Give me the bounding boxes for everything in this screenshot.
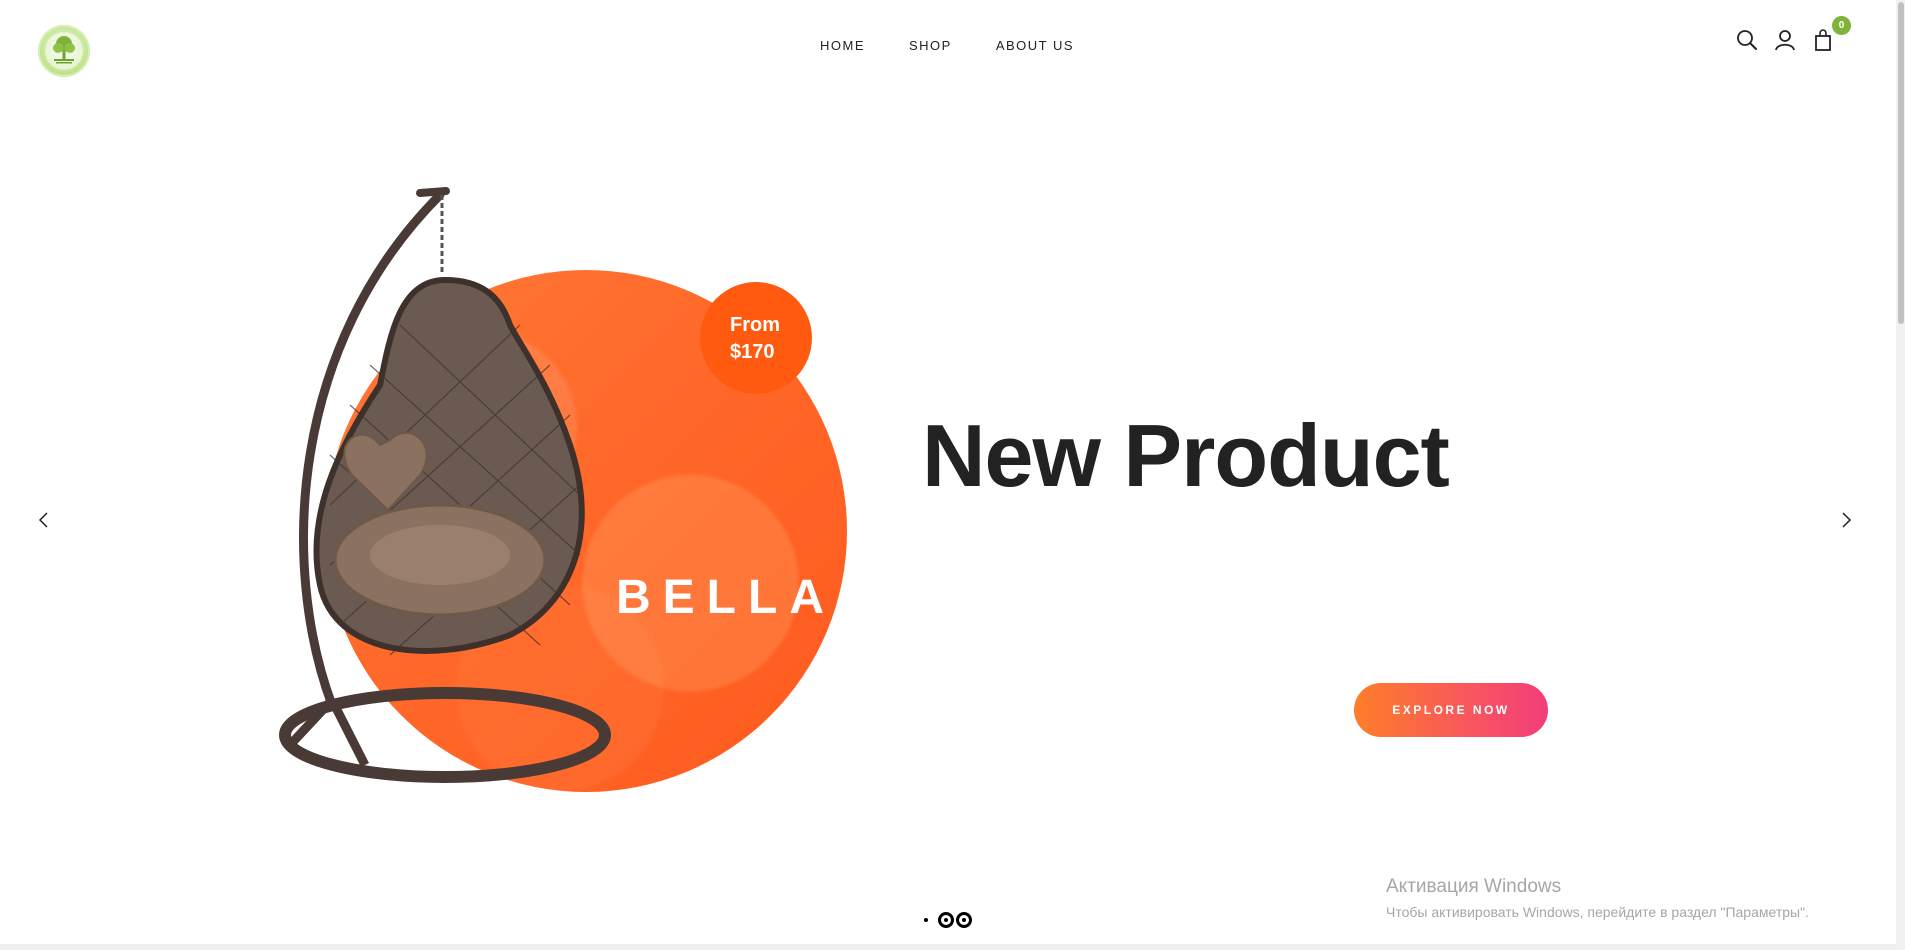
explore-now-button[interactable]: EXPLORE NOW [1354,683,1548,737]
windows-activation-watermark: Активация Windows Чтобы активировать Win… [1386,876,1809,920]
price-badge: From $170 [700,282,812,394]
price-value: $170 [730,341,775,363]
slider-next-icon[interactable] [1834,508,1858,532]
slider-prev-icon[interactable] [32,508,56,532]
user-icon[interactable] [1773,28,1797,52]
product-name: BELLA [616,571,836,624]
bottom-edge [0,944,1896,950]
nav-about-us[interactable]: ABOUT US [996,38,1074,53]
page: HOME SHOP ABOUT US 0 From $170 BELLA New… [0,0,1905,950]
price-label: From [730,314,780,336]
search-icon[interactable] [1735,28,1759,52]
nav-home[interactable]: HOME [820,38,865,53]
site-logo[interactable] [38,25,90,77]
nav-shop[interactable]: SHOP [909,38,952,53]
hanging-chair-image [279,187,611,783]
watermark-subtitle: Чтобы активировать Windows, перейдите в … [1386,904,1809,920]
watermark-title: Активация Windows [1386,876,1562,897]
main-nav: HOME SHOP ABOUT US [820,38,1118,53]
slider-dot[interactable] [956,912,972,928]
cart-count-badge: 0 [1832,16,1851,35]
scrollbar-thumb[interactable] [1898,2,1904,324]
slider-dot[interactable] [924,918,928,922]
cart-icon[interactable] [1811,28,1835,52]
slide-headline: New Product [922,406,1450,505]
header-icons [1735,28,1845,58]
slider-dot[interactable] [938,912,954,928]
